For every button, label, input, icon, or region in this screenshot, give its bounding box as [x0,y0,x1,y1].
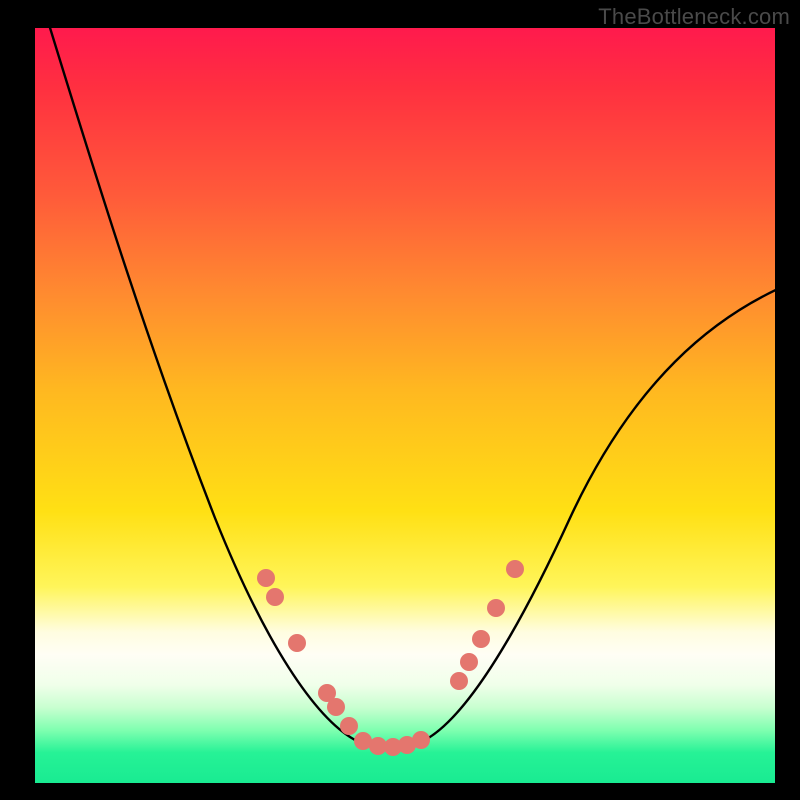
data-point [327,698,345,716]
data-point [257,569,275,587]
data-point [487,599,505,617]
data-point [506,560,524,578]
data-point [472,630,490,648]
data-point [266,588,284,606]
data-point [288,634,306,652]
data-point [412,731,430,749]
watermark-text: TheBottleneck.com [598,4,790,30]
chart-plot-area [35,28,775,783]
chart-frame: TheBottleneck.com [0,0,800,800]
data-point [460,653,478,671]
bottleneck-curve [35,28,775,783]
data-point [450,672,468,690]
data-point [340,717,358,735]
